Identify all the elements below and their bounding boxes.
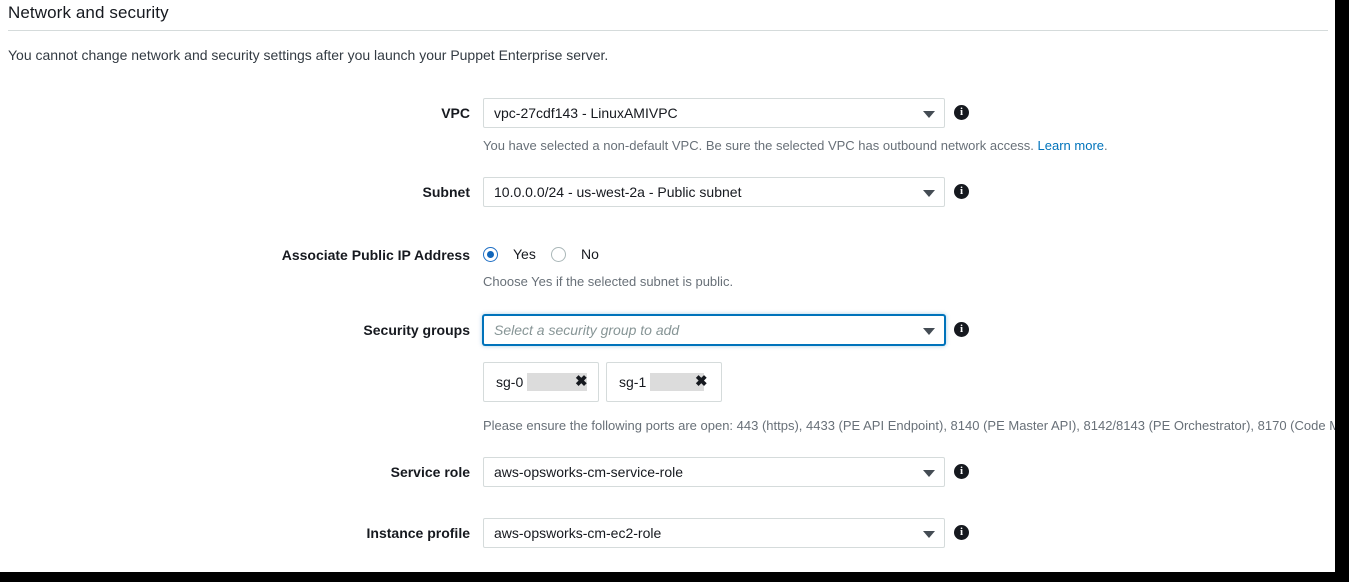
- chevron-down-icon: [923, 470, 935, 477]
- vpc-helper-suffix: .: [1104, 138, 1108, 153]
- info-icon[interactable]: i: [954, 464, 969, 479]
- instance-profile-select[interactable]: aws-opsworks-cm-ec2-role: [483, 518, 945, 548]
- chevron-down-icon: [923, 328, 935, 335]
- network-security-panel: Network and security You cannot change n…: [0, 0, 1335, 572]
- vpc-helper-prefix: You have selected a non-default VPC. Be …: [483, 138, 1038, 153]
- vpc-label: VPC: [441, 105, 470, 121]
- page-title: Network and security: [8, 3, 169, 22]
- title-divider: [8, 30, 1328, 31]
- chevron-down-icon: [923, 531, 935, 538]
- screenshot-root: Network and security You cannot change n…: [0, 0, 1349, 582]
- window-bottom-edge: [0, 572, 1349, 582]
- vpc-select-value: vpc-27cdf143 - LinuxAMIVPC: [494, 105, 678, 121]
- info-icon[interactable]: i: [954, 184, 969, 199]
- learn-more-link[interactable]: Learn more: [1038, 138, 1104, 153]
- security-group-chip-label: sg-1: [619, 374, 647, 390]
- close-icon[interactable]: ✖: [575, 374, 588, 390]
- vpc-helper-text: You have selected a non-default VPC. Be …: [483, 138, 1108, 153]
- security-groups-placeholder: Select a security group to add: [494, 322, 680, 338]
- subnet-label: Subnet: [422, 184, 470, 200]
- security-groups-ports-text: Please ensure the following ports are op…: [483, 418, 1335, 433]
- info-icon[interactable]: i: [954, 322, 969, 337]
- close-icon[interactable]: ✖: [695, 374, 708, 390]
- info-icon[interactable]: i: [954, 525, 969, 540]
- instance-profile-label: Instance profile: [366, 525, 470, 541]
- security-group-chip[interactable]: sg-0 ✖: [483, 362, 599, 402]
- chevron-down-icon: [923, 190, 935, 197]
- service-role-select[interactable]: aws-opsworks-cm-service-role: [483, 457, 945, 487]
- subnet-select-value: 10.0.0.0/24 - us-west-2a - Public subnet: [494, 184, 742, 200]
- radio-public-ip-yes-label: Yes: [513, 246, 536, 262]
- instance-profile-select-value: aws-opsworks-cm-ec2-role: [494, 525, 662, 541]
- security-groups-label: Security groups: [363, 322, 470, 338]
- window-scrollbar[interactable]: [1335, 0, 1349, 582]
- radio-public-ip-yes[interactable]: [483, 247, 498, 262]
- security-group-chip[interactable]: sg-1 ✖: [606, 362, 722, 402]
- vpc-select[interactable]: vpc-27cdf143 - LinuxAMIVPC: [483, 98, 945, 128]
- public-ip-label: Associate Public IP Address: [281, 247, 470, 263]
- subnet-select[interactable]: 10.0.0.0/24 - us-west-2a - Public subnet: [483, 177, 945, 207]
- public-ip-helper-text: Choose Yes if the selected subnet is pub…: [483, 274, 734, 289]
- chevron-down-icon: [923, 111, 935, 118]
- radio-public-ip-no-label: No: [581, 246, 599, 262]
- radio-public-ip-no[interactable]: [551, 247, 566, 262]
- security-groups-select[interactable]: Select a security group to add: [483, 315, 945, 345]
- service-role-select-value: aws-opsworks-cm-service-role: [494, 464, 684, 480]
- page-description: You cannot change network and security s…: [8, 47, 609, 63]
- info-icon[interactable]: i: [954, 105, 969, 120]
- service-role-label: Service role: [390, 464, 470, 480]
- security-group-chip-label: sg-0: [496, 374, 524, 390]
